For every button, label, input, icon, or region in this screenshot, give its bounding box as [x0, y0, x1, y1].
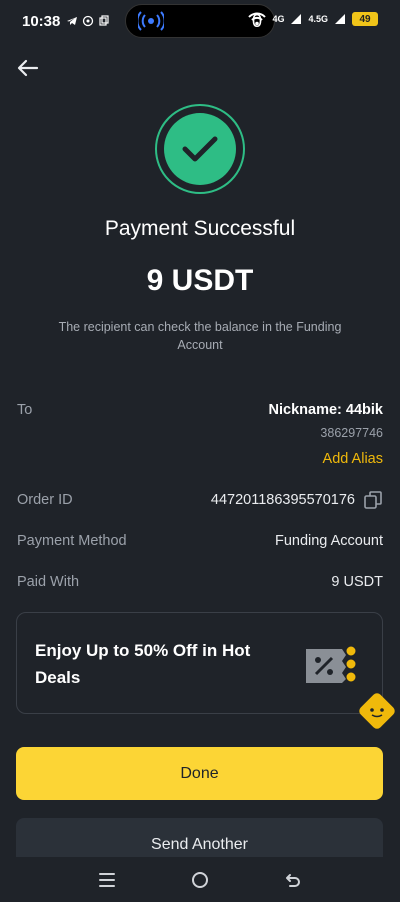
- add-alias-link[interactable]: Add Alias: [323, 451, 383, 467]
- payment-method-label: Payment Method: [17, 533, 127, 549]
- status-right: 4G 4.5G 49: [248, 12, 378, 26]
- recipient-nickname: Nickname: 44bik: [268, 402, 383, 418]
- success-badge: [155, 104, 245, 194]
- recipient-note: The recipient can check the balance in t…: [58, 320, 342, 352]
- copy-notification-icon: [99, 15, 109, 26]
- order-id-row: 447201186395570176: [211, 490, 383, 510]
- arrow-left-icon: [17, 59, 39, 77]
- network-left: 4G: [272, 14, 285, 24]
- copy-icon[interactable]: [363, 490, 383, 510]
- menu-icon: [98, 872, 115, 887]
- paid-with-label: Paid With: [17, 574, 80, 590]
- notification-icons: [66, 15, 110, 27]
- recipient-uid: 386297746: [320, 426, 383, 440]
- menu-nav-button[interactable]: [96, 869, 118, 891]
- back-arrow-icon: [286, 873, 301, 887]
- payment-method-value: Funding Account: [274, 533, 383, 549]
- checkmark-icon: [182, 136, 218, 162]
- broadcast-icon: [138, 11, 164, 31]
- battery-icon: 49: [352, 12, 378, 26]
- paid-with-value: 9 USDT: [331, 574, 383, 590]
- back-nav-button[interactable]: [282, 869, 304, 891]
- order-id-label: Order ID: [17, 492, 73, 508]
- status-time: 10:38: [22, 12, 61, 30]
- signal-icon-2: [335, 14, 345, 24]
- system-nav-bar: [0, 857, 400, 902]
- assistant-mascot-icon[interactable]: [356, 690, 398, 732]
- payment-amount: 9 USDT: [146, 264, 254, 297]
- to-label: To: [17, 402, 33, 418]
- back-button[interactable]: [14, 54, 42, 82]
- wifi-icon: [248, 12, 267, 26]
- home-circle-icon: [191, 871, 208, 888]
- network-right: 4.5G: [308, 14, 328, 24]
- whatsapp-icon: [83, 15, 94, 27]
- promo-text: Enjoy Up to 50% Off in Hot Deals: [35, 641, 251, 687]
- home-nav-button[interactable]: [189, 869, 211, 891]
- signal-icon: [291, 14, 302, 24]
- hot-deals-banner[interactable]: Enjoy Up to 50% Off in Hot Deals: [16, 612, 383, 714]
- done-button[interactable]: Done: [16, 747, 383, 800]
- page-title: Payment Successful: [104, 217, 296, 240]
- telegram-icon: [67, 17, 78, 25]
- success-circle: [164, 113, 236, 185]
- coupon-icon: [306, 645, 357, 683]
- order-id-value: 447201186395570176: [210, 492, 355, 508]
